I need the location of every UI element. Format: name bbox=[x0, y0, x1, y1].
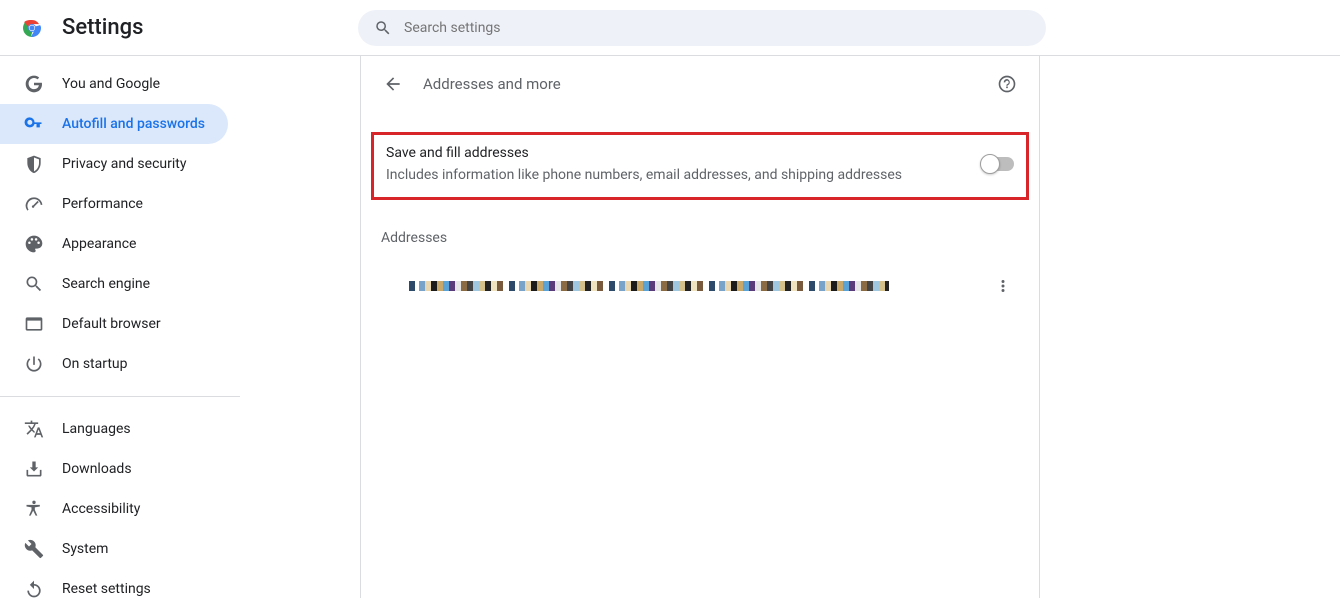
sidebar-divider bbox=[0, 396, 240, 397]
sidebar-item-reset-settings[interactable]: Reset settings bbox=[0, 569, 228, 598]
key-icon bbox=[24, 114, 44, 134]
appearance-icon bbox=[24, 234, 44, 254]
search-settings-field[interactable] bbox=[358, 10, 1046, 46]
google-g-icon bbox=[24, 74, 44, 94]
sidebar-item-default-browser[interactable]: Default browser bbox=[0, 304, 228, 344]
more-vert-icon bbox=[994, 277, 1012, 295]
sidebar-item-languages[interactable]: Languages bbox=[0, 409, 228, 449]
sidebar-item-label: Reset settings bbox=[62, 581, 151, 597]
sidebar-item-label: Languages bbox=[62, 421, 131, 437]
sidebar-item-label: On startup bbox=[62, 356, 128, 372]
app-header: Settings bbox=[0, 0, 1340, 56]
sidebar-item-label: Performance bbox=[62, 196, 143, 212]
search-icon bbox=[24, 274, 44, 294]
sidebar-item-label: System bbox=[62, 541, 108, 557]
sidebar-item-accessibility[interactable]: Accessibility bbox=[0, 489, 228, 529]
settings-sidebar: You and Google Autofill and passwords Pr… bbox=[0, 56, 240, 598]
system-icon bbox=[24, 539, 44, 559]
toggle-description: Includes information like phone numbers,… bbox=[386, 167, 902, 183]
search-input[interactable] bbox=[404, 20, 1030, 36]
main-area: Addresses and more Save and fill address… bbox=[240, 56, 1340, 598]
sidebar-item-privacy-security[interactable]: Privacy and security bbox=[0, 144, 228, 184]
sidebar-item-label: Accessibility bbox=[62, 501, 140, 517]
accessibility-icon bbox=[24, 499, 44, 519]
sidebar-item-search-engine[interactable]: Search engine bbox=[0, 264, 228, 304]
chrome-logo-icon bbox=[20, 16, 44, 40]
translate-icon bbox=[24, 419, 44, 439]
help-button[interactable] bbox=[991, 68, 1023, 100]
save-fill-addresses-row: Save and fill addresses Includes informa… bbox=[371, 132, 1029, 200]
sidebar-item-label: You and Google bbox=[62, 76, 160, 92]
reset-icon bbox=[24, 579, 44, 598]
sidebar-item-label: Default browser bbox=[62, 316, 161, 332]
arrow-back-icon bbox=[383, 74, 403, 94]
sidebar-item-appearance[interactable]: Appearance bbox=[0, 224, 228, 264]
address-more-button[interactable] bbox=[987, 270, 1019, 302]
sidebar-item-on-startup[interactable]: On startup bbox=[0, 344, 228, 384]
back-button[interactable] bbox=[377, 68, 409, 100]
sidebar-item-label: Downloads bbox=[62, 461, 132, 477]
shield-icon bbox=[24, 154, 44, 174]
settings-panel: Addresses and more Save and fill address… bbox=[360, 56, 1040, 598]
sidebar-item-label: Appearance bbox=[62, 236, 136, 252]
sidebar-item-label: Search engine bbox=[62, 276, 150, 292]
sidebar-item-autofill-passwords[interactable]: Autofill and passwords bbox=[0, 104, 228, 144]
addresses-section-label: Addresses bbox=[381, 230, 1019, 246]
panel-title: Addresses and more bbox=[423, 75, 561, 93]
speedometer-icon bbox=[24, 194, 44, 214]
redacted-address-text bbox=[409, 281, 889, 291]
sidebar-item-downloads[interactable]: Downloads bbox=[0, 449, 228, 489]
address-list-item bbox=[381, 264, 1019, 308]
panel-header: Addresses and more bbox=[361, 56, 1039, 112]
save-fill-addresses-toggle[interactable] bbox=[982, 157, 1014, 171]
sidebar-item-label: Privacy and security bbox=[62, 156, 186, 172]
browser-icon bbox=[24, 314, 44, 334]
sidebar-item-label: Autofill and passwords bbox=[62, 116, 205, 132]
search-icon bbox=[374, 19, 392, 37]
power-icon bbox=[24, 354, 44, 374]
sidebar-item-performance[interactable]: Performance bbox=[0, 184, 228, 224]
download-icon bbox=[24, 459, 44, 479]
sidebar-item-you-and-google[interactable]: You and Google bbox=[0, 64, 228, 104]
sidebar-item-system[interactable]: System bbox=[0, 529, 228, 569]
page-title: Settings bbox=[62, 15, 143, 40]
help-icon bbox=[997, 74, 1017, 94]
toggle-title: Save and fill addresses bbox=[386, 145, 902, 161]
